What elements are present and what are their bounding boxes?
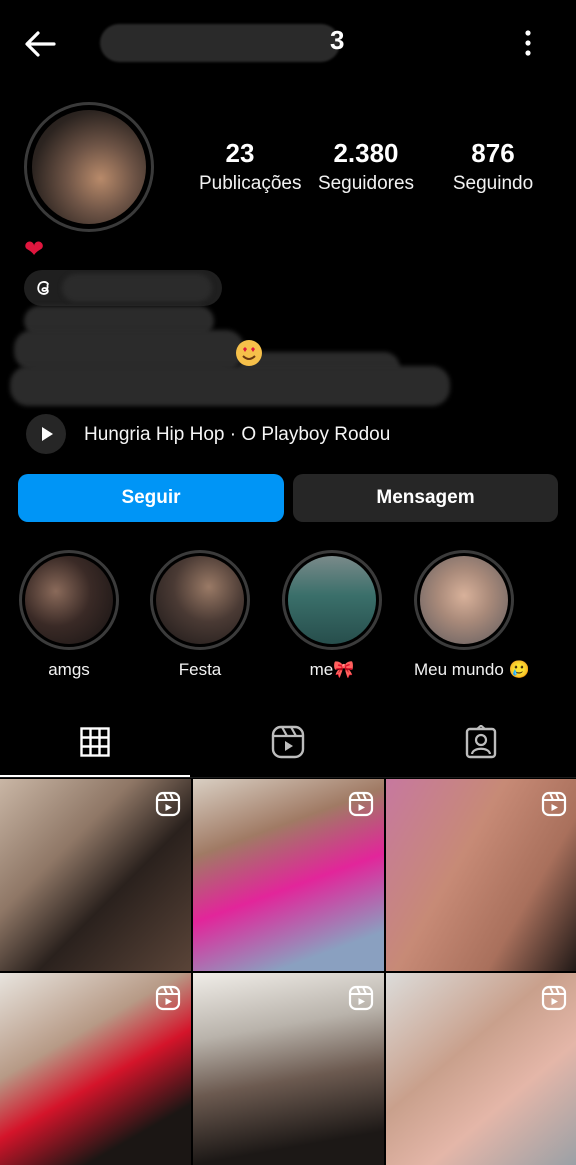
highlight-ring [414, 550, 514, 650]
followers-label: Seguidores [317, 173, 415, 194]
threads-icon [37, 281, 49, 295]
post-tile[interactable] [386, 779, 576, 971]
reel-badge-icon [541, 985, 567, 1011]
highlight-image [420, 556, 508, 644]
post-tile[interactable] [193, 973, 384, 1165]
username-fragment: 3 [330, 25, 345, 55]
heart-emoji: ❤ [24, 236, 45, 263]
reel-badge-icon [348, 985, 374, 1011]
stat-followers[interactable]: 2.380 Seguidores [311, 138, 421, 196]
play-icon [42, 427, 53, 441]
back-arrow-icon[interactable] [20, 24, 60, 64]
reel-badge-icon [155, 791, 181, 817]
highlight-label: me🎀 [309, 660, 355, 679]
highlight-ring [282, 550, 382, 650]
redacted-bio-line-2 [14, 330, 244, 370]
highlight-me[interactable]: me🎀 [282, 550, 382, 680]
post-tile[interactable] [0, 779, 191, 971]
reel-badge-icon [541, 791, 567, 817]
stat-posts[interactable]: 23 Publicações [199, 138, 302, 196]
redacted-threads-handle [62, 274, 212, 302]
heart-eyes-emoji [236, 340, 262, 366]
reels-icon[interactable] [271, 725, 305, 759]
more-options-icon[interactable] [516, 28, 540, 58]
avatar[interactable] [32, 110, 146, 224]
highlight-label: Meu mundo 🥲 [414, 660, 530, 679]
highlight-meu-mundo[interactable]: Meu mundo 🥲 [414, 550, 530, 680]
post-tile[interactable] [0, 973, 191, 1165]
redacted-bio-line-4 [10, 366, 450, 406]
following-label: Seguindo [452, 173, 534, 194]
music-play-button[interactable] [26, 414, 66, 454]
redacted-username [100, 24, 340, 62]
grid-icon[interactable] [80, 727, 110, 757]
stat-following[interactable]: 876 Seguindo [441, 138, 545, 196]
posts-count: 23 [225, 138, 255, 168]
highlight-ring [150, 550, 250, 650]
reel-badge-icon [155, 985, 181, 1011]
highlight-image [288, 556, 376, 644]
post-tile[interactable] [193, 779, 384, 971]
followers-count: 2.380 [333, 138, 399, 168]
music-track[interactable]: Hungria Hip Hop · O Playboy Rodou [84, 423, 390, 447]
highlight-ring [19, 550, 119, 650]
highlight-image [156, 556, 244, 644]
posts-label: Publicações [199, 173, 302, 194]
tagged-icon[interactable] [464, 725, 498, 759]
highlight-amgs[interactable]: amgs [19, 550, 119, 680]
highlight-festa[interactable]: Festa [150, 550, 250, 680]
message-button[interactable]: Mensagem [293, 474, 558, 522]
following-count: 876 [471, 138, 515, 168]
follow-button[interactable]: Seguir [18, 474, 284, 522]
highlight-label: amgs [48, 660, 90, 679]
highlight-image [25, 556, 113, 644]
post-tile[interactable] [386, 973, 576, 1165]
reel-badge-icon [348, 791, 374, 817]
tab-divider [0, 777, 576, 778]
highlight-label: Festa [178, 660, 222, 679]
